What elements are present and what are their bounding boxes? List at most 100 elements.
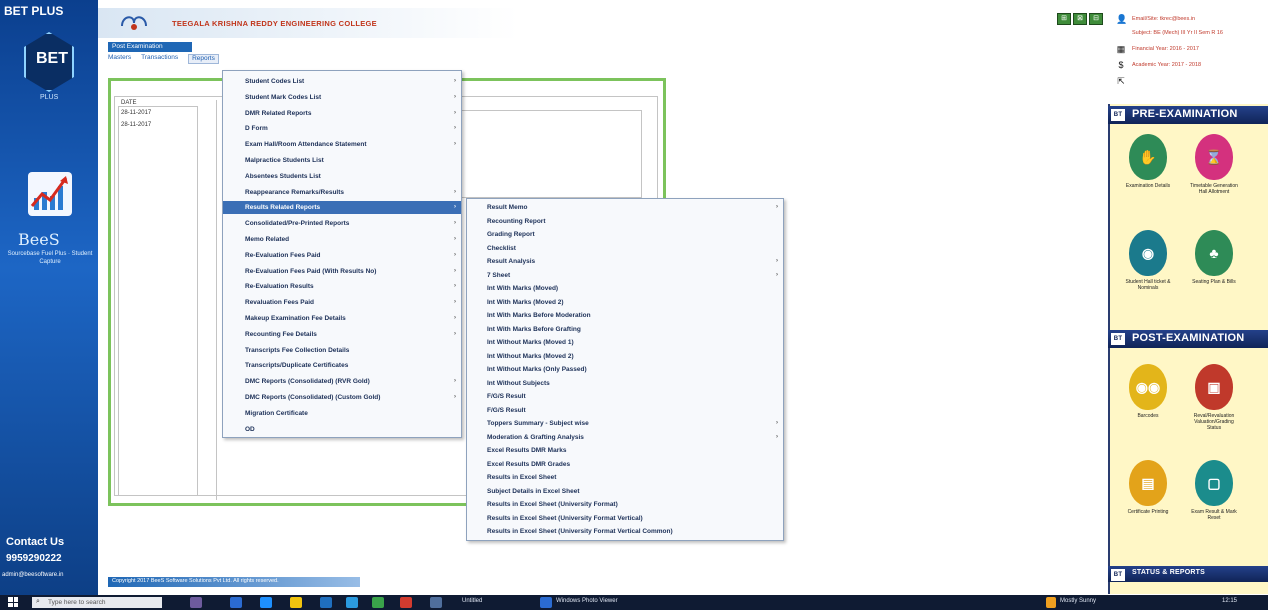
user-info-line: Academic Year: 2017 - 2018 <box>1132 62 1202 68</box>
submenu-item-results-in-excel-sheet-university-format-vertical-common[interactable]: Results in Excel Sheet (University Forma… <box>467 525 783 538</box>
submenu-item-label: Checklist <box>487 244 516 252</box>
weather-text[interactable]: Mostly Sunny <box>1060 598 1096 604</box>
menu-item-label: Memo Related <box>245 236 290 243</box>
menu-item-revaluation-fees-paid[interactable]: Revaluation Fees Paid › <box>223 296 461 309</box>
submenu-item-moderation-grafting-analysis[interactable]: Moderation & Grafting Analysis › <box>467 431 783 444</box>
edge-icon[interactable] <box>260 597 272 608</box>
menu-item-malpractice-students-list[interactable]: Malpractice Students List <box>223 154 461 167</box>
date-list-box[interactable] <box>118 106 198 496</box>
submenu-item-excel-results-dmr-marks[interactable]: Excel Results DMR Marks <box>467 444 783 457</box>
chrome-icon[interactable] <box>400 597 412 608</box>
submenu-item-recounting-report[interactable]: Recounting Report <box>467 215 783 228</box>
module-tile-examination-details[interactable]: ✋ Examination Details <box>1124 134 1172 189</box>
app-icon-2[interactable] <box>230 597 242 608</box>
submenu-item-int-without-marks-only-passed[interactable]: Int Without Marks (Only Passed) <box>467 363 783 376</box>
photo-viewer-icon[interactable] <box>540 597 552 608</box>
module-tile-student-hall-ticket-nominals[interactable]: ◉ Student Hall ticket & Nominals <box>1124 230 1172 291</box>
menu-item-recounting-fee-details[interactable]: Recounting Fee Details › <box>223 328 461 341</box>
submenu-arrow-icon: › <box>454 78 456 84</box>
menu-masters[interactable]: Masters <box>108 54 131 64</box>
menu-item-results-related-reports[interactable]: Results Related Reports › <box>223 201 461 215</box>
taskbar-app-label[interactable]: Windows Photo Viewer <box>556 598 618 604</box>
submenu-item-7-sheet[interactable]: 7 Sheet › <box>467 269 783 282</box>
submenu-item-int-with-marks-before-grafting[interactable]: Int With Marks Before Grafting <box>467 323 783 336</box>
module-tile-reval-revaluation-valuation-grading-status[interactable]: ▣ Reval/Revaluation Valuation/Grading Sta… <box>1190 364 1238 431</box>
menu-item-re-evaluation-results[interactable]: Re-Evaluation Results › <box>223 280 461 293</box>
submenu-item-label: Int Without Marks (Moved 2) <box>487 352 574 360</box>
list-item[interactable]: 28-11-2017 <box>121 122 151 128</box>
app-icon-9[interactable] <box>430 597 442 608</box>
app-title: BET PLUS <box>4 4 64 18</box>
submenu-item-results-in-excel-sheet[interactable]: Results in Excel Sheet <box>467 471 783 484</box>
submenu-item-toppers-summary-subject-wise[interactable]: Toppers Summary - Subject wise › <box>467 417 783 430</box>
logout-icon[interactable]: ⇱ <box>1116 76 1126 86</box>
submenu-item-int-with-marks-moved[interactable]: Int With Marks (Moved) <box>467 282 783 295</box>
menu-item-label: Makeup Examination Fee Details <box>245 315 346 322</box>
submenu-arrow-icon: › <box>776 433 778 440</box>
menu-item-consolidated-pre-printed-reports[interactable]: Consolidated/Pre-Printed Reports › <box>223 217 461 230</box>
menu-item-transcripts-fee-collection-details[interactable]: Transcripts Fee Collection Details <box>223 344 461 357</box>
app-icon-5[interactable] <box>320 597 332 608</box>
menu-item-migration-certificate[interactable]: Migration Certificate <box>223 407 461 420</box>
menu-item-re-evaluation-fees-paid-with-results-no[interactable]: Re-Evaluation Fees Paid (With Results No… <box>223 265 461 278</box>
calendar-icon: ▦ <box>1116 44 1126 54</box>
menu-item-label: Student Codes List <box>245 78 305 85</box>
maximize-icon[interactable]: ⊞ <box>1057 13 1071 25</box>
submenu-item-f-g-s-result[interactable]: F/G/S Result <box>467 390 783 403</box>
menu-item-memo-related[interactable]: Memo Related › <box>223 233 461 246</box>
windows-start-icon[interactable] <box>8 597 18 607</box>
submenu-item-int-without-subjects[interactable]: Int Without Subjects <box>467 377 783 390</box>
menu-item-dmc-reports-consolidated-custom-gold[interactable]: DMC Reports (Consolidated) (Custom Gold)… <box>223 391 461 404</box>
taskbar-app-label[interactable]: Untitled <box>462 598 482 604</box>
submenu-item-results-in-excel-sheet-university-format[interactable]: Results in Excel Sheet (University Forma… <box>467 498 783 511</box>
user-info-line: Subject: BE (Mech) III Yr II Sem R 16 <box>1132 30 1223 36</box>
submenu-item-subject-details-in-excel-sheet[interactable]: Subject Details in Excel Sheet <box>467 485 783 498</box>
module-tile-seating-plan-bills[interactable]: ♣ Seating Plan & Bills <box>1190 230 1238 285</box>
menu-item-d-form[interactable]: D Form › <box>223 122 461 135</box>
menu-item-dmc-reports-consolidated-rvr-gold[interactable]: DMC Reports (Consolidated) (RVR Gold) › <box>223 375 461 388</box>
taskbar-search-input[interactable]: Type here to search <box>32 597 162 608</box>
submenu-arrow-icon: › <box>454 315 456 321</box>
menu-item-reappearance-remarks-results[interactable]: Reappearance Remarks/Results › <box>223 186 461 199</box>
module-tile-barcodes[interactable]: ◉◉ Barcodes <box>1124 364 1172 419</box>
menu-item-od[interactable]: OD <box>223 423 461 436</box>
menu-item-makeup-examination-fee-details[interactable]: Makeup Examination Fee Details › <box>223 312 461 325</box>
module-tile-exam-result-mark-reset[interactable]: ▢ Exam Result & Mark Reset <box>1190 460 1238 521</box>
app-icon-6[interactable] <box>346 597 358 608</box>
minimize-icon[interactable]: ⊟ <box>1089 13 1103 25</box>
submenu-arrow-icon: › <box>454 93 456 100</box>
menu-item-re-evaluation-fees-paid[interactable]: Re-Evaluation Fees Paid › <box>223 249 461 262</box>
submenu-item-int-without-marks-moved-1[interactable]: Int Without Marks (Moved 1) <box>467 336 783 349</box>
menu-item-student-codes-list[interactable]: Student Codes List › <box>223 75 461 88</box>
submenu-item-grading-report[interactable]: Grading Report <box>467 228 783 241</box>
menu-item-dmr-related-reports[interactable]: DMR Related Reports › <box>223 107 461 120</box>
weather-icon[interactable] <box>1046 597 1056 608</box>
menu-reports[interactable]: Reports <box>188 54 219 64</box>
submenu-item-checklist[interactable]: Checklist <box>467 242 783 255</box>
submenu-item-f-g-s-result[interactable]: F/G/S Result <box>467 404 783 417</box>
menu-item-transcripts-duplicate-certificates[interactable]: Transcripts/Duplicate Certificates <box>223 359 461 372</box>
file-explorer-icon[interactable] <box>290 597 302 608</box>
app-icon-1[interactable] <box>190 597 202 608</box>
college-logo-icon <box>121 16 147 30</box>
module-tile-timetable-generation-hall-allotment[interactable]: ⌛ Timetable Generation Hall Allotment <box>1190 134 1238 195</box>
app-icon-7[interactable] <box>372 597 384 608</box>
submenu-item-int-without-marks-moved-2[interactable]: Int Without Marks (Moved 2) <box>467 350 783 363</box>
module-icon: ✋ <box>1129 134 1167 180</box>
list-item[interactable]: 28-11-2017 <box>121 110 151 116</box>
menu-item-absentees-students-list[interactable]: Absentees Students List <box>223 170 461 183</box>
submenu-item-int-with-marks-before-moderation[interactable]: Int With Marks Before Moderation <box>467 309 783 322</box>
close-window-icon[interactable]: ⊠ <box>1073 13 1087 25</box>
menu-item-student-mark-codes-list[interactable]: Student Mark Codes List › <box>223 91 461 104</box>
submenu-item-result-memo[interactable]: Result Memo › <box>467 201 783 214</box>
submenu-item-result-analysis[interactable]: Result Analysis › <box>467 255 783 268</box>
menu-item-exam-hall-room-attendance-statement[interactable]: Exam Hall/Room Attendance Statement › <box>223 138 461 151</box>
submenu-item-results-in-excel-sheet-university-format-vertical[interactable]: Results in Excel Sheet (University Forma… <box>467 512 783 525</box>
submenu-item-int-with-marks-moved-2[interactable]: Int With Marks (Moved 2) <box>467 296 783 309</box>
submenu-item-label: Results in Excel Sheet (University Forma… <box>487 501 618 508</box>
taskbar-clock[interactable]: 12:15 <box>1222 598 1237 604</box>
menu-transactions[interactable]: Transactions <box>141 54 178 64</box>
submenu-item-label: Subject Details in Excel Sheet <box>487 487 580 495</box>
submenu-item-excel-results-dmr-grades[interactable]: Excel Results DMR Grades <box>467 458 783 471</box>
module-tile-certificate-printing[interactable]: ▤ Certificate Printing <box>1124 460 1172 515</box>
